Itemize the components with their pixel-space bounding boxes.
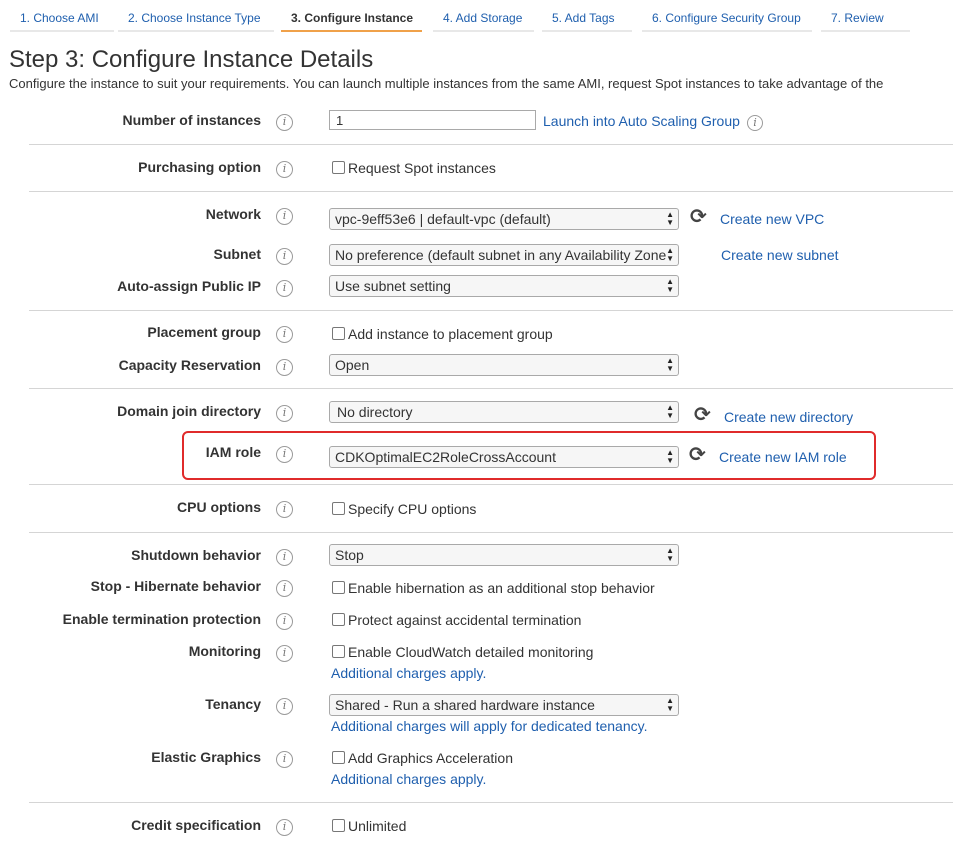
refresh-icon[interactable]: ⟳ [694,405,711,425]
info-icon[interactable]: i [276,446,293,463]
select-arrows-icon: ▲ ▼ [666,546,674,563]
info-icon[interactable]: i [276,405,293,422]
checkbox-box[interactable] [332,645,345,658]
create-new-directory-link[interactable]: Create new directory [724,409,853,425]
tab-add-tags[interactable]: 5. Add Tags [542,8,632,32]
create-new-vpc-link[interactable]: Create new VPC [720,211,824,227]
info-icon[interactable]: i [276,580,293,597]
info-icon[interactable]: i [276,208,293,225]
checkbox-box[interactable] [332,613,345,626]
checkbox-box[interactable] [332,751,345,764]
page-description: Configure the instance to suit your requ… [9,76,884,91]
tenancy-select[interactable]: Shared - Run a shared hardware instance ▲… [329,694,679,716]
info-icon[interactable]: i [276,751,293,768]
shutdown-behavior-select[interactable]: Stop ▲ ▼ [329,544,679,566]
network-select[interactable]: vpc-9eff53e6 | default-vpc (default) ▲ ▼ [329,208,679,230]
create-new-subnet-link[interactable]: Create new subnet [721,247,839,263]
graphics-acceleration-checkbox[interactable]: Add Graphics Acceleration [332,750,513,766]
info-icon[interactable]: i [747,115,763,131]
tab-choose-ami[interactable]: 1. Choose AMI [10,8,114,32]
label-auto-assign-public-ip: Auto-assign Public IP [117,278,261,294]
cpu-options-checkbox[interactable]: Specify CPU options [332,501,476,517]
divider [29,532,953,533]
select-arrows-icon: ▲ ▼ [666,403,674,420]
graphics-charges-link[interactable]: Additional charges apply. [331,771,486,787]
info-icon[interactable]: i [276,819,293,836]
info-icon[interactable]: i [276,161,293,178]
info-icon[interactable]: i [276,613,293,630]
info-icon[interactable]: i [276,280,293,297]
label-placement-group: Placement group [147,324,261,340]
placement-group-checkbox[interactable]: Add instance to placement group [332,326,553,342]
checkbox-box[interactable] [332,581,345,594]
checkbox-box[interactable] [332,327,345,340]
public-ip-select[interactable]: Use subnet setting ▲ ▼ [329,275,679,297]
label-elastic-graphics: Elastic Graphics [151,749,261,765]
label-subnet: Subnet [213,246,261,262]
select-arrows-icon: ▲ ▼ [666,356,674,373]
domain-directory-select[interactable]: No directory ▲ ▼ [329,401,679,423]
label-termination-protection: Enable termination protection [62,611,261,627]
label-cpu-options: CPU options [177,499,261,515]
cloudwatch-monitoring-checkbox[interactable]: Enable CloudWatch detailed monitoring [332,644,593,660]
label-tenancy: Tenancy [205,696,261,712]
label-monitoring: Monitoring [188,643,261,659]
launch-auto-scaling-link[interactable]: Launch into Auto Scaling Group [543,113,740,129]
page-title: Step 3: Configure Instance Details [9,46,374,73]
monitoring-charges-link[interactable]: Additional charges apply. [331,665,486,681]
label-capacity-reservation: Capacity Reservation [118,357,261,373]
iam-role-select[interactable]: CDKOptimalEC2RoleCrossAccount ▲ ▼ [329,446,679,468]
tab-choose-instance-type[interactable]: 2. Choose Instance Type [118,8,274,32]
info-icon[interactable]: i [276,326,293,343]
divider [29,802,953,803]
tenancy-charges-link[interactable]: Additional charges will apply for dedica… [331,718,647,734]
info-icon[interactable]: i [276,549,293,566]
info-icon[interactable]: i [276,645,293,662]
label-credit-specification: Credit specification [131,817,261,833]
info-icon[interactable]: i [276,501,293,518]
unlimited-checkbox[interactable]: Unlimited [332,818,406,834]
select-arrows-icon: ▲ ▼ [666,246,674,263]
info-icon[interactable]: i [276,248,293,265]
number-of-instances-input[interactable] [329,110,536,130]
divider [29,388,953,389]
capacity-reservation-select[interactable]: Open ▲ ▼ [329,354,679,376]
select-arrows-icon: ▲ ▼ [666,696,674,713]
tab-configure-instance[interactable]: 3. Configure Instance [281,8,422,32]
label-purchasing-option: Purchasing option [138,159,261,175]
refresh-icon[interactable]: ⟳ [690,207,707,227]
select-arrows-icon: ▲ ▼ [666,448,674,465]
divider [29,191,953,192]
refresh-icon[interactable]: ⟳ [689,445,706,465]
checkbox-box[interactable] [332,161,345,174]
tab-review[interactable]: 7. Review [821,8,910,32]
tab-add-storage[interactable]: 4. Add Storage [433,8,534,32]
info-icon[interactable]: i [276,114,293,131]
label-domain-join-directory: Domain join directory [117,403,261,419]
select-arrows-icon: ▲ ▼ [666,210,674,227]
wizard-tabs: 1. Choose AMI 2. Choose Instance Type 3.… [0,0,953,34]
checkbox-box[interactable] [332,819,345,832]
label-iam-role: IAM role [205,444,261,460]
label-number-of-instances: Number of instances [122,112,261,128]
divider [29,484,953,485]
checkbox-box[interactable] [332,502,345,515]
label-hibernate-behavior: Stop - Hibernate behavior [90,578,261,594]
select-arrows-icon: ▲ ▼ [666,277,674,294]
request-spot-checkbox[interactable]: Request Spot instances [332,160,496,176]
info-icon[interactable]: i [276,698,293,715]
create-new-iam-role-link[interactable]: Create new IAM role [719,449,847,465]
info-icon[interactable]: i [276,359,293,376]
divider [29,310,953,311]
label-shutdown-behavior: Shutdown behavior [131,547,261,563]
tab-configure-security-group[interactable]: 6. Configure Security Group [642,8,812,32]
subnet-select[interactable]: No preference (default subnet in any Ava… [329,244,679,266]
termination-protection-checkbox[interactable]: Protect against accidental termination [332,612,581,628]
hibernation-checkbox[interactable]: Enable hibernation as an additional stop… [332,580,655,596]
label-network: Network [205,206,261,222]
divider [29,144,953,145]
